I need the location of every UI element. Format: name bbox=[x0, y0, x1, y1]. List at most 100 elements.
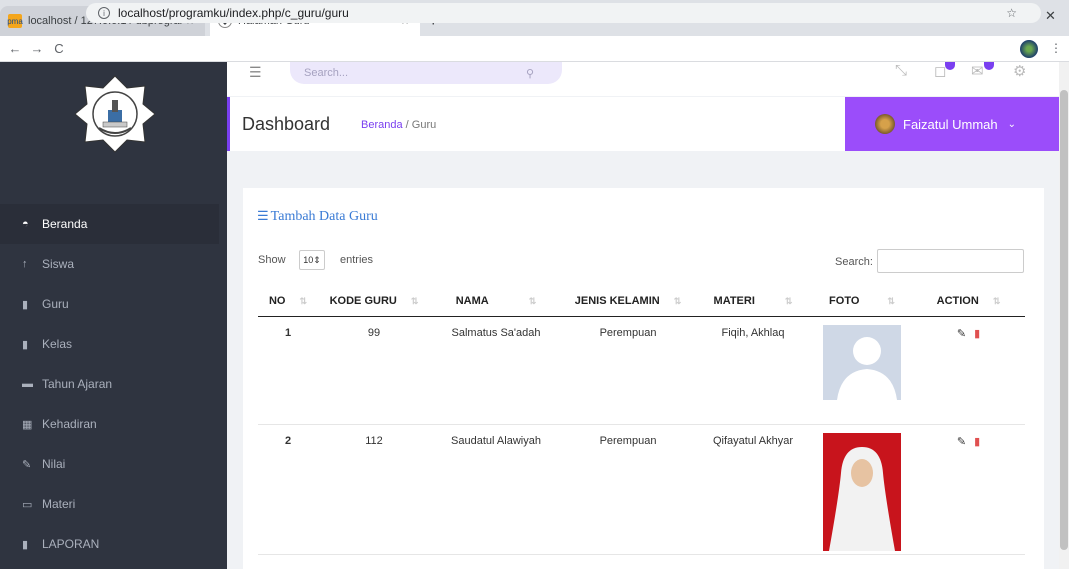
page-title: Dashboard bbox=[242, 114, 331, 134]
col-header-no[interactable]: NO ⇅ bbox=[258, 286, 318, 317]
entries-select[interactable]: 10 ⇕ bbox=[299, 250, 325, 270]
browser-menu-icon[interactable]: ⋮ bbox=[1050, 41, 1062, 55]
cell-foto bbox=[812, 316, 912, 425]
database-icon: ☰ bbox=[257, 208, 269, 223]
sidebar-item-label: Materi bbox=[42, 497, 76, 511]
reload-icon[interactable]: C bbox=[48, 41, 70, 56]
close-window-button[interactable]: ✕ bbox=[1045, 8, 1056, 24]
mail-icon[interactable]: ✉ bbox=[971, 62, 984, 80]
school-logo bbox=[74, 74, 156, 154]
entries-label: entries bbox=[340, 254, 374, 266]
book-icon: ▭ bbox=[22, 498, 33, 511]
sidebar-item-siswa[interactable]: ↑ Siswa bbox=[0, 244, 227, 284]
file-icon: ▮ bbox=[22, 538, 29, 551]
student-icon: ↑ bbox=[22, 258, 28, 270]
sort-icon: ⇅ bbox=[410, 295, 419, 306]
search-input[interactable]: Search... ⚲ bbox=[290, 62, 562, 84]
sidebar-menu: ◓ Beranda ↑ Siswa ▮ Guru ▮ Kelas ▬ Tahun… bbox=[0, 204, 227, 564]
table-row: 1 99 Salmatus Sa'adah Perempuan Fiqih, A… bbox=[258, 316, 1025, 425]
trash-icon[interactable]: ▮ bbox=[974, 436, 980, 448]
calendar-icon: ▦ bbox=[22, 418, 33, 431]
cell-action: ✎ ▮ bbox=[912, 424, 1025, 555]
sidebar-item-kelas[interactable]: ▮ Kelas bbox=[0, 324, 227, 364]
col-header-jenis-kelamin[interactable]: JENIS KELAMIN ⇅ bbox=[562, 286, 694, 317]
col-header-action[interactable]: ACTION ⇅ bbox=[912, 286, 1025, 317]
search-icon[interactable]: ⚲ bbox=[526, 67, 534, 80]
add-teacher-link[interactable]: ☰ Tambah Data Guru bbox=[257, 208, 378, 225]
cell-jenis-kelamin: Perempuan bbox=[562, 424, 694, 555]
forward-icon[interactable]: → bbox=[26, 41, 48, 56]
sidebar-item-kehadiran[interactable]: ▦ Kehadiran bbox=[0, 404, 227, 444]
cell-no: 2 bbox=[258, 424, 318, 555]
sidebar-item-materi[interactable]: ▭ Materi bbox=[0, 484, 227, 524]
sidebar-item-tahun-ajaran[interactable]: ▬ Tahun Ajaran bbox=[0, 364, 227, 404]
url-field[interactable]: i localhost/programku/index.php/c_guru/g… bbox=[86, 3, 1041, 23]
table-search-input[interactable] bbox=[877, 249, 1024, 273]
pencil-icon: ✎ bbox=[22, 458, 32, 471]
sort-icon: ⇅ bbox=[784, 295, 793, 306]
col-header-nama[interactable]: NAMA ⇅ bbox=[430, 286, 562, 317]
mail-badge bbox=[984, 62, 994, 70]
back-icon[interactable]: ← bbox=[4, 41, 26, 56]
class-icon: ▮ bbox=[22, 338, 29, 351]
sidebar-item-label: Nilai bbox=[42, 457, 66, 471]
top-navbar: ☰ Search... ⚲ ⤡ ◻ ✉ ⚙ bbox=[227, 62, 1059, 96]
fullscreen-icon[interactable]: ⤡ bbox=[895, 62, 907, 79]
edit-icon[interactable]: ✎ bbox=[957, 436, 966, 448]
user-name: Faizatul Ummah bbox=[903, 116, 998, 132]
cell-jenis-kelamin: Perempuan bbox=[562, 316, 694, 425]
table-row: 2 112 Saudatul Alawiyah Perempuan Qifaya… bbox=[258, 424, 1025, 555]
cell-materi: Fiqih, Akhlaq bbox=[694, 316, 812, 425]
scrollbar-thumb[interactable] bbox=[1060, 90, 1068, 550]
sort-icon: ⇅ bbox=[887, 295, 895, 306]
breadcrumb-current: Guru bbox=[411, 119, 437, 131]
edit-icon[interactable]: ✎ bbox=[957, 328, 966, 340]
page-scrollbar[interactable] bbox=[1059, 62, 1069, 569]
star-icon[interactable]: ☆ bbox=[1006, 6, 1017, 20]
avatar[interactable] bbox=[1020, 40, 1038, 58]
sidebar-item-guru[interactable]: ▮ Guru bbox=[0, 284, 227, 324]
breadcrumb: Beranda / Guru bbox=[361, 119, 436, 131]
col-header-kode-guru[interactable]: KODE GURU ⇅ bbox=[318, 286, 430, 317]
col-header-materi[interactable]: MATERI ⇅ bbox=[694, 286, 812, 317]
cell-kode-guru: 99 bbox=[318, 316, 430, 425]
cell-nama: Saudatul Alawiyah bbox=[430, 424, 562, 555]
gear-icon[interactable]: ⚙ bbox=[1013, 62, 1026, 80]
user-menu-button[interactable]: Faizatul Ummah ⌄ bbox=[845, 97, 1059, 151]
sidebar: ◓ Beranda ↑ Siswa ▮ Guru ▮ Kelas ▬ Tahun… bbox=[0, 62, 227, 569]
table-search-label: Search: bbox=[835, 256, 873, 268]
cell-materi: Qifayatul Akhyar bbox=[694, 424, 812, 555]
table-header-row: NO ⇅ KODE GURU ⇅ NAMA ⇅ JENIS KELAMIN ⇅ MATE… bbox=[258, 286, 1025, 317]
chevron-down-icon: ⌄ bbox=[1007, 118, 1017, 130]
cell-nama: Salmatus Sa'adah bbox=[430, 316, 562, 425]
add-teacher-label: Tambah Data Guru bbox=[270, 209, 378, 224]
info-icon[interactable]: i bbox=[98, 7, 110, 19]
sidebar-item-label: Kehadiran bbox=[42, 417, 97, 431]
trash-icon[interactable]: ▮ bbox=[974, 328, 980, 340]
col-header-foto[interactable]: FOTO ⇅ bbox=[812, 286, 912, 317]
guru-card: ☰ Tambah Data Guru Show 10 ⇕ entries Sear… bbox=[243, 188, 1044, 569]
cell-foto bbox=[812, 424, 912, 555]
page-header: Dashboard Beranda / Guru Faizatul Ummah … bbox=[227, 97, 1059, 151]
sidebar-item-beranda[interactable]: ◓ Beranda bbox=[0, 204, 219, 244]
cell-no: 1 bbox=[258, 316, 318, 425]
dashboard-icon: ◓ bbox=[22, 218, 29, 230]
sidebar-item-nilai[interactable]: ✎ Nilai bbox=[0, 444, 227, 484]
sidebar-item-label: Guru bbox=[42, 297, 69, 311]
chevron-updown-icon: ⇕ bbox=[313, 254, 321, 265]
sidebar-item-label: LAPORAN bbox=[42, 537, 100, 551]
guru-table: NO ⇅ KODE GURU ⇅ NAMA ⇅ JENIS KELAMIN ⇅ MATE… bbox=[258, 286, 1025, 555]
sidebar-item-label: Kelas bbox=[42, 337, 73, 351]
teacher-portrait-image bbox=[823, 432, 901, 551]
hamburger-icon[interactable]: ☰ bbox=[249, 64, 262, 81]
show-label: Show bbox=[258, 254, 286, 266]
breadcrumb-link-beranda[interactable]: Beranda bbox=[361, 119, 403, 131]
sidebar-item-laporan[interactable]: ▮ LAPORAN bbox=[0, 524, 227, 564]
avatar bbox=[875, 114, 895, 134]
placeholder-avatar-image bbox=[823, 324, 901, 400]
breadcrumb-separator: / bbox=[405, 119, 409, 131]
sidebar-item-label: Siswa bbox=[42, 257, 75, 271]
url-text: localhost/programku/index.php/c_guru/gur… bbox=[118, 6, 349, 20]
sort-icon: ⇅ bbox=[299, 295, 308, 306]
notification-badge bbox=[945, 62, 955, 70]
